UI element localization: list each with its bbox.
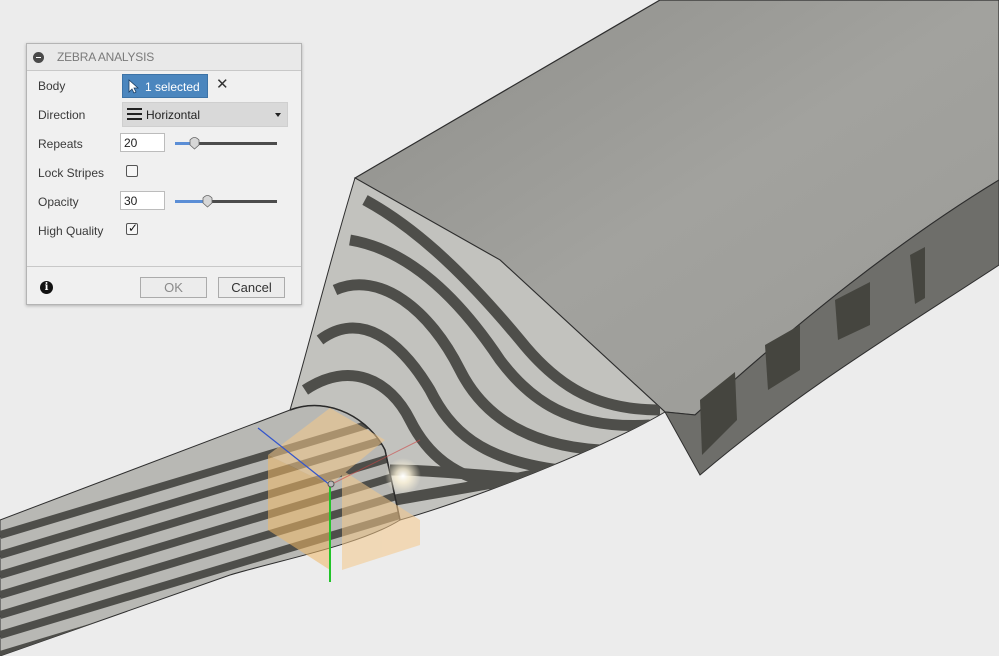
opacity-input[interactable]: 30 (120, 191, 165, 210)
opacity-slider-thumb[interactable] (202, 194, 213, 208)
dialog-title: ZEBRA ANALYSIS (57, 50, 155, 64)
body-row: Body 1 selected ✕ (27, 73, 301, 99)
repeats-slider[interactable] (175, 137, 277, 150)
collapse-icon[interactable] (33, 51, 44, 63)
lock-stripes-label: Lock Stripes (38, 166, 105, 180)
repeats-slider-thumb[interactable] (189, 136, 200, 150)
dialog-footer: i OK Cancel (27, 266, 301, 307)
opacity-slider[interactable] (175, 195, 277, 208)
body-selection-button[interactable]: 1 selected (122, 74, 208, 98)
direction-dropdown[interactable]: Horizontal (122, 102, 288, 127)
high-quality-label: High Quality (38, 224, 104, 238)
zebra-analysis-dialog: ZEBRA ANALYSIS Body 1 selected ✕ Directi… (26, 43, 302, 305)
direction-row: Direction Horizontal (27, 102, 301, 128)
repeats-input[interactable]: 20 (120, 133, 165, 152)
checkmark-icon: ✓ (128, 221, 139, 235)
opacity-row: Opacity 30 (27, 189, 301, 215)
body-label: Body (38, 79, 66, 93)
opacity-label: Opacity (38, 195, 79, 209)
dropdown-arrow-icon (275, 113, 281, 117)
repeats-row: Repeats 20 (27, 131, 301, 157)
body-selection-label: 1 selected (145, 80, 200, 94)
cursor-arrow-icon (128, 79, 139, 94)
gizmo-origin (327, 480, 335, 488)
lock-stripes-checkbox[interactable] (126, 165, 138, 177)
light-glow (385, 458, 421, 494)
high-quality-checkbox[interactable]: ✓ (126, 221, 139, 235)
horizontal-lines-icon (127, 108, 142, 121)
ok-button[interactable]: OK (140, 277, 207, 298)
high-quality-row: High Quality ✓ (27, 218, 301, 244)
direction-value: Horizontal (146, 108, 201, 122)
info-icon[interactable]: i (40, 281, 53, 294)
lock-stripes-row: Lock Stripes (27, 160, 301, 186)
cancel-button[interactable]: Cancel (218, 277, 285, 298)
dialog-titlebar: ZEBRA ANALYSIS (27, 44, 301, 71)
direction-label: Direction (38, 108, 86, 122)
clear-selection-icon[interactable]: ✕ (216, 75, 229, 93)
repeats-label: Repeats (38, 137, 83, 151)
